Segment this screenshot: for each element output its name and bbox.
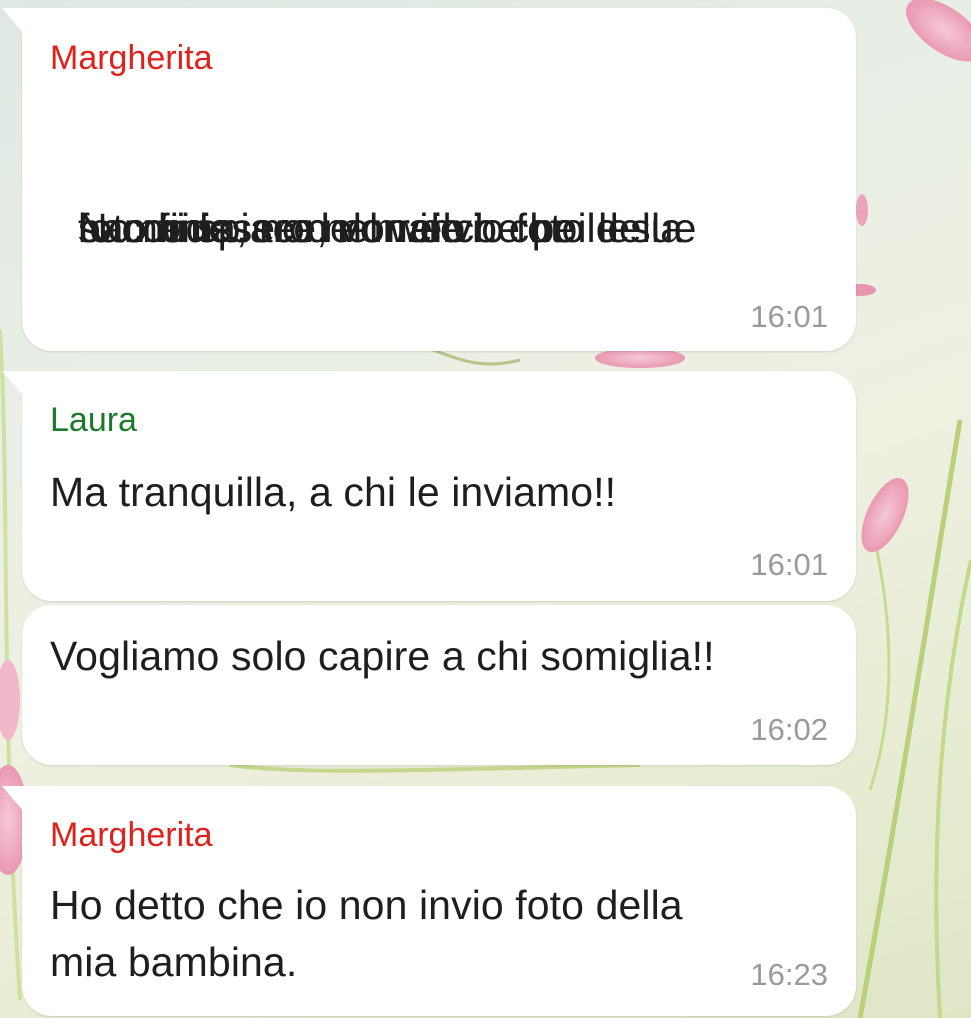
bubble-tail <box>2 371 24 397</box>
bubble-tail <box>2 786 24 812</box>
message-bubble[interactable] <box>2 8 856 351</box>
bubble-tail <box>2 8 24 34</box>
message-list: Margherita No mi spiace, non invio foto … <box>0 0 971 1018</box>
message-bubble[interactable] <box>2 371 856 601</box>
message-bubble[interactable] <box>2 786 856 1016</box>
message-bubble[interactable] <box>22 605 856 765</box>
